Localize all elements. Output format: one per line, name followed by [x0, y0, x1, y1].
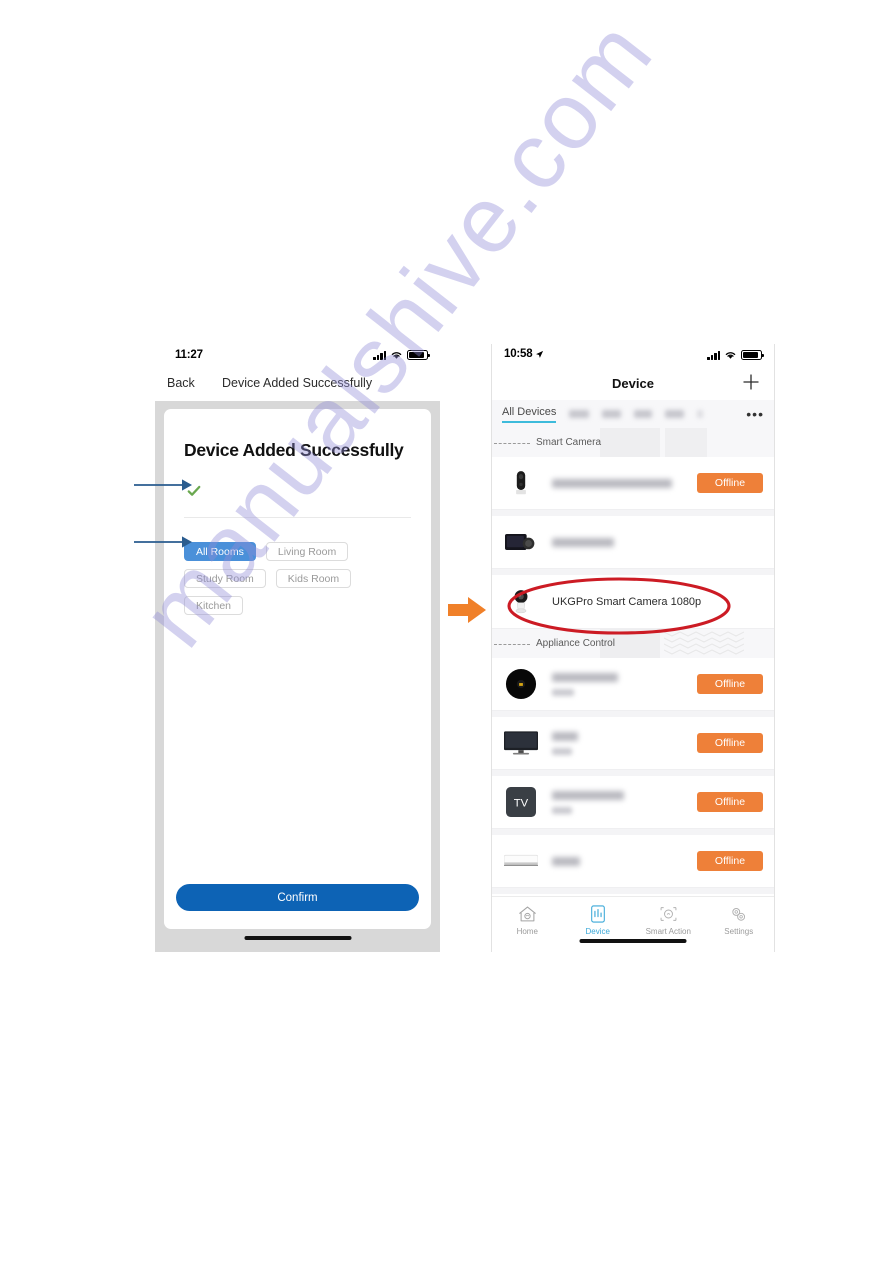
doorbell-camera-icon [504, 464, 538, 502]
row-separator [492, 888, 774, 894]
pan-tilt-camera-icon [504, 583, 538, 621]
status-bar-indicators [373, 350, 431, 360]
group-header-smart-camera: Smart Camera [492, 428, 774, 457]
device-name-redacted [552, 731, 697, 755]
page-title: Device [612, 376, 654, 391]
device-row-television[interactable]: Offline [492, 717, 774, 770]
tab-label: Smart Action [645, 927, 691, 936]
tab-all-devices[interactable]: All Devices [502, 406, 557, 423]
background-artifact [600, 629, 660, 658]
bottom-tab-bar: Home Device Smart Action Settings [492, 896, 774, 952]
tab-label: Home [516, 927, 538, 936]
page-title: Device Added Successfully [222, 376, 373, 390]
group-label: Smart Camera [536, 437, 602, 448]
background-artifact [600, 428, 660, 457]
card-divider [184, 517, 411, 518]
status-badge[interactable]: Offline [697, 851, 763, 871]
divider-dash [494, 644, 530, 645]
tv-box-icon: TV [504, 783, 538, 821]
device-name-redacted [552, 856, 697, 866]
device-row-tv-box[interactable]: TV Offline [492, 776, 774, 829]
tab-device[interactable]: Device [563, 903, 634, 936]
device-category-tabs: All Devices ••• [492, 400, 774, 428]
right-navigation-bar: Device [492, 370, 774, 400]
settings-gears-icon [704, 903, 775, 924]
location-arrow-icon [536, 350, 544, 358]
status-bar-time-group: 10:58 [504, 348, 544, 360]
device-name-redacted [552, 672, 697, 696]
back-button[interactable]: Back [167, 376, 195, 390]
room-chip-study-room[interactable]: Study Room [184, 569, 266, 588]
tab-redacted-3[interactable] [634, 410, 653, 418]
divider-dash [494, 443, 530, 444]
ellipsis-icon[interactable]: ••• [746, 407, 764, 421]
device-row-dashcam[interactable] [492, 516, 774, 569]
tab-settings[interactable]: Settings [704, 903, 775, 936]
right-phone-screenshot: 10:58 Device All Devices ••• Smart Camer… [491, 344, 775, 952]
device-name-redacted [552, 790, 697, 814]
room-chip-all-rooms[interactable]: All Rooms [184, 542, 256, 561]
tab-redacted-4[interactable] [665, 410, 685, 418]
plus-icon[interactable] [742, 373, 760, 391]
device-name: UKGPro Smart Camera 1080p [552, 596, 774, 608]
left-phone-screenshot: 11:27 Back Device Added Successfully Dev… [155, 344, 440, 952]
battery-icon [407, 350, 431, 360]
tab-label: Settings [724, 927, 754, 936]
device-icon [563, 903, 634, 924]
television-icon [504, 724, 538, 762]
status-badge[interactable]: Offline [697, 473, 763, 493]
home-icon [492, 903, 563, 924]
orange-arrow-to-camera [448, 597, 486, 623]
card-heading: Device Added Successfully [184, 440, 404, 460]
background-artifact [665, 428, 707, 457]
room-chip-living-room[interactable]: Living Room [265, 542, 349, 561]
device-name-redacted [552, 537, 774, 547]
page-root: 11:27 Back Device Added Successfully Dev… [0, 0, 893, 1263]
tab-redacted-5[interactable] [697, 410, 704, 418]
left-navigation-bar: Back Device Added Successfully [155, 370, 440, 401]
room-selector: All Rooms Living Room Study Room Kids Ro… [184, 542, 417, 615]
room-chip-kitchen[interactable]: Kitchen [184, 596, 244, 615]
air-conditioner-icon [504, 842, 538, 880]
wifi-icon [391, 352, 402, 359]
svg-text:TV: TV [514, 798, 529, 810]
status-badge[interactable]: Offline [697, 733, 763, 753]
right-status-bar: 10:58 [492, 344, 774, 370]
left-status-bar: 11:27 [155, 344, 440, 370]
room-chip-kids-room[interactable]: Kids Room [275, 569, 352, 588]
cellular-signal-icon [373, 350, 386, 360]
battery-icon [741, 350, 765, 360]
home-indicator [244, 936, 351, 940]
background-pattern [664, 631, 744, 655]
device-row-ukgpro-camera[interactable]: UKGPro Smart Camera 1080p [492, 575, 774, 629]
home-indicator [579, 939, 687, 943]
status-bar-time: 10:58 [504, 348, 533, 360]
tab-smart-action[interactable]: Smart Action [633, 903, 704, 936]
tab-home[interactable]: Home [492, 903, 563, 936]
device-row-robot-vacuum[interactable]: Offline [492, 658, 774, 711]
confirm-button[interactable]: Confirm [176, 884, 419, 911]
device-row-doorbell[interactable]: Offline [492, 457, 774, 510]
tab-label: Device [585, 927, 610, 936]
dashcam-icon [504, 523, 538, 561]
cellular-signal-icon [707, 350, 720, 360]
status-bar-time: 11:27 [175, 349, 203, 361]
left-screen-body: Device Added Successfully All Rooms Livi… [155, 401, 440, 952]
tab-redacted-2[interactable] [602, 410, 622, 418]
device-added-card: Device Added Successfully All Rooms Livi… [164, 409, 431, 929]
device-row-air-conditioner[interactable]: Offline [492, 835, 774, 888]
status-bar-indicators [707, 350, 765, 360]
group-header-appliance-control: Appliance Control [492, 629, 774, 658]
smart-action-icon [633, 903, 704, 924]
tab-redacted-1[interactable] [569, 410, 590, 418]
device-name-label: UKGPro Smart Camera 1080p [552, 595, 702, 608]
status-badge[interactable]: Offline [697, 792, 763, 812]
green-check-icon [187, 485, 201, 496]
status-badge[interactable]: Offline [697, 674, 763, 694]
robot-vacuum-icon [504, 665, 538, 703]
wifi-icon [725, 352, 736, 359]
device-name-redacted [552, 478, 697, 488]
